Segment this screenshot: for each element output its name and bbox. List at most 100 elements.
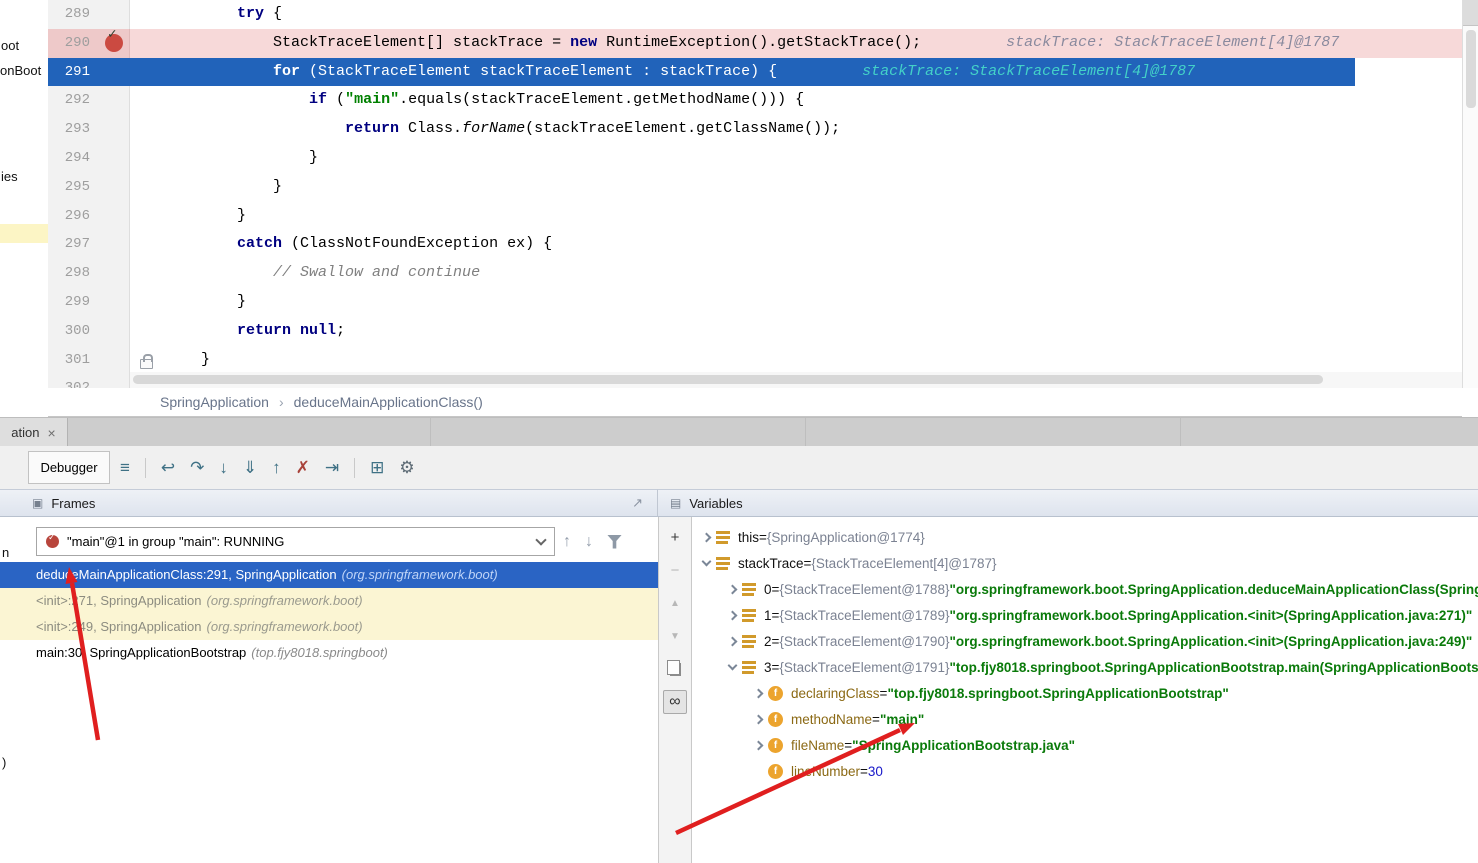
tab-separator — [805, 418, 806, 447]
gutter-icon-area[interactable] — [100, 115, 130, 144]
gutter-icon-area[interactable] — [100, 202, 130, 231]
run-to-cursor-icon[interactable]: ⇥ — [325, 458, 339, 478]
expander-icon[interactable] — [748, 690, 768, 697]
gutter-icon-area[interactable] — [100, 86, 130, 115]
variable-row[interactable]: fileName = "SpringApplicationBootstrap.j… — [692, 732, 1478, 758]
thread-selector[interactable]: "main"@1 in group "main": RUNNING — [36, 527, 555, 556]
stack-frame-row[interactable]: deduceMainApplicationClass:291, SpringAp… — [0, 562, 658, 588]
code-line: 293 return Class.forName(stackTraceEleme… — [48, 115, 1462, 144]
step-into-icon[interactable]: ↓ — [219, 458, 228, 478]
line-number[interactable]: 293 — [48, 115, 100, 144]
toolbar-separator — [354, 458, 355, 478]
code-text[interactable]: } — [130, 288, 1462, 317]
variable-row[interactable]: methodName = "main" — [692, 706, 1478, 732]
code-text[interactable]: // Swallow and continue — [130, 259, 1462, 288]
line-number[interactable]: 299 — [48, 288, 100, 317]
evaluate-expression-icon[interactable]: ⊞ — [370, 458, 384, 478]
line-number[interactable]: 289 — [48, 0, 100, 29]
close-tab-icon[interactable]: × — [48, 425, 56, 441]
next-frame-button[interactable]: ↓ — [585, 533, 593, 551]
line-number[interactable]: 297 — [48, 230, 100, 259]
line-number[interactable]: 296 — [48, 202, 100, 231]
variable-row[interactable]: 0 = {StackTraceElement@1788} "org.spring… — [692, 576, 1478, 602]
gutter-icon-area[interactable] — [100, 173, 130, 202]
line-number[interactable]: 292 — [48, 86, 100, 115]
settings-icon[interactable]: ⚙ — [399, 458, 414, 478]
scroll-down-button[interactable]: ▼ — [663, 624, 687, 648]
code-text[interactable]: StackTraceElement[] stackTrace = new Run… — [130, 29, 1462, 58]
gutter-icon-area[interactable] — [100, 259, 130, 288]
stack-frame-row[interactable]: <init>:249, SpringApplication(org.spring… — [0, 614, 658, 640]
breadcrumb-item-method[interactable]: deduceMainApplicationClass() — [294, 394, 483, 410]
variable-row[interactable]: this = {SpringApplication@1774} — [692, 524, 1478, 550]
expander-icon[interactable] — [748, 742, 768, 749]
gutter-icon-area[interactable] — [100, 29, 130, 58]
gutter-icon-area[interactable] — [100, 374, 130, 388]
code-text[interactable]: } — [130, 144, 1462, 173]
code-text[interactable]: } — [130, 202, 1462, 231]
line-number[interactable]: 301 — [48, 346, 100, 375]
line-number[interactable]: 300 — [48, 317, 100, 346]
expander-icon[interactable] — [722, 638, 742, 645]
gutter-icon-area[interactable] — [100, 144, 130, 173]
variable-row[interactable]: stackTrace = {StackTraceElement[4]@1787} — [692, 550, 1478, 576]
step-out-icon[interactable]: ↑ — [272, 458, 281, 478]
step-over-icon[interactable]: ↷ — [190, 458, 204, 478]
horizontal-scrollbar-track — [130, 372, 1462, 388]
line-number[interactable]: 294 — [48, 144, 100, 173]
gutter-icon-area[interactable] — [100, 58, 130, 87]
gutter-icon-area[interactable] — [100, 230, 130, 259]
hide-library-frames-filter[interactable] — [607, 535, 622, 549]
variable-row[interactable]: 3 = {StackTraceElement@1791} "top.fjy801… — [692, 654, 1478, 680]
gutter-icon-area[interactable] — [100, 346, 130, 375]
code-text[interactable]: } — [130, 173, 1462, 202]
line-number[interactable]: 302 — [48, 374, 100, 388]
copy-stack-button[interactable] — [663, 657, 687, 681]
expander-icon[interactable] — [696, 561, 716, 565]
show-execution-point-icon[interactable]: ↩ — [161, 458, 175, 478]
scroll-up-button[interactable]: ▲ — [663, 591, 687, 615]
tab-debugger[interactable]: Debugger — [28, 451, 110, 484]
code-text[interactable]: if ("main".equals(stackTraceElement.getM… — [130, 86, 1462, 115]
stack-frame-row[interactable]: <init>:271, SpringApplication(org.spring… — [0, 588, 658, 614]
expand-panel-icon[interactable]: ↗ — [632, 495, 643, 511]
force-step-into-icon[interactable]: ⇓ — [243, 458, 257, 478]
vertical-scrollbar[interactable] — [1466, 30, 1476, 108]
add-watch-button[interactable]: + — [663, 525, 687, 549]
horizontal-scrollbar[interactable] — [133, 375, 1323, 384]
scroll-up-corner[interactable] — [1463, 0, 1478, 26]
code-text[interactable]: return Class.forName(stackTraceElement.g… — [130, 115, 1462, 144]
code-text[interactable]: } — [130, 346, 1462, 375]
gutter-icon-area[interactable] — [100, 317, 130, 346]
code-token: null — [300, 322, 336, 339]
stack-frame-row[interactable]: main:30, SpringApplicationBootstrap(top.… — [0, 640, 658, 666]
gutter-icon-area[interactable] — [100, 288, 130, 317]
expander-icon[interactable] — [722, 586, 742, 593]
remove-watch-button[interactable]: − — [663, 558, 687, 582]
code-text[interactable]: return null; — [130, 317, 1462, 346]
code-text[interactable]: for (StackTraceElement stackTraceElement… — [130, 58, 1462, 87]
expander-icon[interactable] — [748, 716, 768, 723]
debug-session-tab[interactable]: ation × — [0, 418, 68, 447]
show-return-values-toggle[interactable]: ∞ — [663, 690, 687, 714]
breakpoint-icon[interactable] — [105, 34, 123, 52]
line-number[interactable]: 291 — [48, 58, 100, 87]
previous-frame-button[interactable]: ↑ — [563, 533, 571, 551]
variable-row[interactable]: 1 = {StackTraceElement@1789} "org.spring… — [692, 602, 1478, 628]
gutter-icon-area[interactable] — [100, 0, 130, 29]
line-number[interactable]: 295 — [48, 173, 100, 202]
code-text[interactable]: catch (ClassNotFoundException ex) { — [130, 230, 1462, 259]
drop-frame-icon[interactable]: ✗ — [296, 458, 310, 478]
code-text[interactable]: try { — [130, 0, 1462, 29]
breadcrumb-item-class[interactable]: SpringApplication — [160, 394, 269, 410]
line-number[interactable]: 298 — [48, 259, 100, 288]
expander-icon[interactable] — [722, 612, 742, 619]
variable-row[interactable]: 2 = {StackTraceElement@1790} "org.spring… — [692, 628, 1478, 654]
line-number[interactable]: 290 — [48, 29, 100, 58]
layout-menu-icon[interactable]: ≡ — [120, 458, 130, 478]
variable-row[interactable]: lineNumber = 30 — [692, 758, 1478, 784]
variable-row[interactable]: declaringClass = "top.fjy8018.springboot… — [692, 680, 1478, 706]
expander-icon[interactable] — [722, 665, 742, 669]
variable-text: "SpringApplicationBootstrap.java" — [852, 738, 1075, 753]
expander-icon[interactable] — [696, 534, 716, 541]
